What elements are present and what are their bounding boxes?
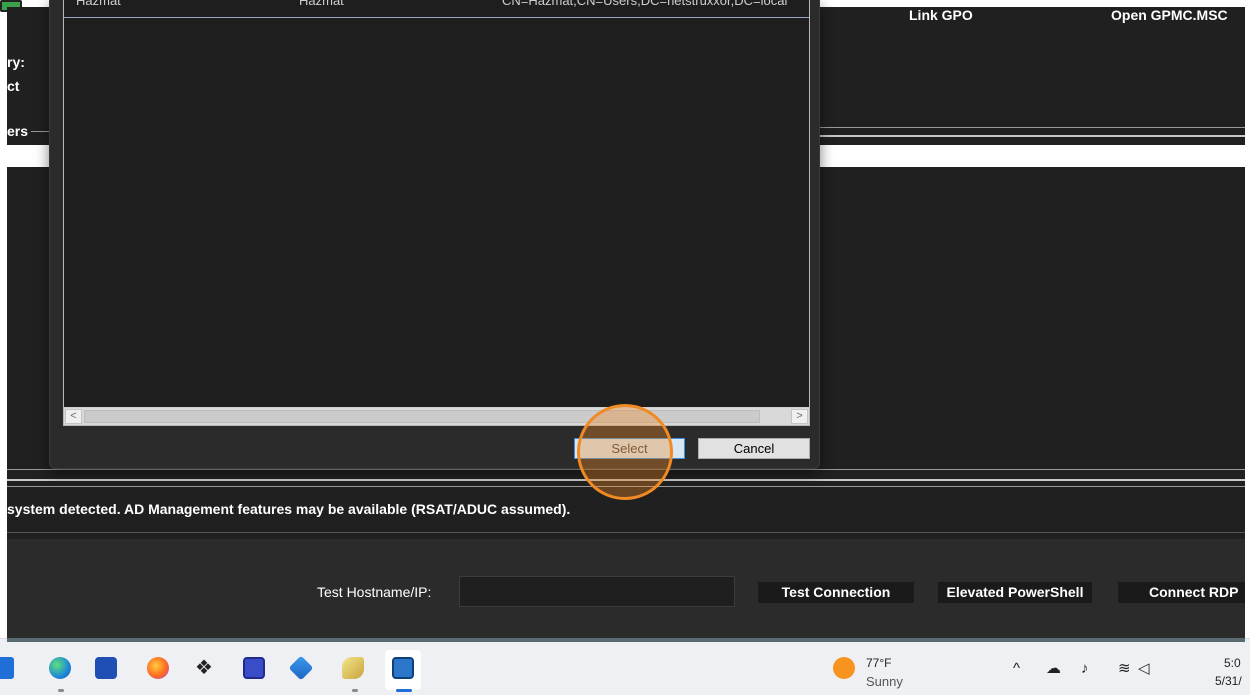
firefox-icon[interactable]: [147, 657, 169, 679]
store-icon[interactable]: [95, 657, 117, 679]
divider: [7, 532, 1245, 533]
clock-date[interactable]: 5/31/: [1215, 674, 1242, 688]
select-button[interactable]: Select: [574, 438, 685, 459]
taskbar: [0, 638, 1250, 695]
users-group-label: ers: [7, 123, 29, 139]
volume-icon[interactable]: ◁: [1138, 660, 1150, 678]
select-user-dialog: Hazmat Hazmat CN=Hazmat,CN=Users,DC=nets…: [49, 0, 820, 469]
wifi-icon[interactable]: ≋: [1118, 660, 1131, 678]
scrollbar-thumb[interactable]: [84, 410, 760, 423]
group-border-line: [820, 127, 1245, 128]
divider: [7, 479, 1245, 481]
running-indicator: [352, 689, 358, 692]
open-gpmc-button[interactable]: Open GPMC.MSC: [1111, 7, 1228, 23]
microphone-icon[interactable]: ♪: [1081, 660, 1089, 678]
users-list-header: [820, 145, 1245, 167]
hostname-input[interactable]: [459, 576, 735, 607]
select-label: ct: [7, 78, 20, 94]
status-message: system detected. AD Management features …: [7, 501, 571, 517]
edge-icon[interactable]: [49, 657, 71, 679]
weather-description[interactable]: Sunny: [866, 674, 903, 689]
cancel-button[interactable]: Cancel: [698, 438, 810, 459]
horizontal-scrollbar[interactable]: < >: [64, 407, 809, 425]
category-label: ry:: [7, 54, 25, 70]
desktop-wallpaper-strip: [7, 638, 1245, 642]
app-icon[interactable]: [342, 657, 364, 679]
running-indicator: [58, 689, 64, 692]
table-row[interactable]: Hazmat Hazmat CN=Hazmat,CN=Users,DC=nets…: [64, 0, 809, 18]
users-list-header: [7, 145, 52, 167]
distinguished-name-cell: CN=Hazmat,CN=Users,DC=netstruxxor,DC=loc…: [502, 0, 788, 8]
connect-rdp-button[interactable]: Connect RDP: [1118, 582, 1245, 603]
active-indicator: [396, 689, 412, 692]
chevron-up-icon[interactable]: ^: [1013, 660, 1020, 678]
app-icon[interactable]: [392, 657, 414, 679]
hostname-label: Test Hostname/IP:: [317, 584, 432, 600]
link-gpo-button[interactable]: Link GPO: [909, 7, 973, 23]
divider: [7, 469, 1245, 470]
divider: [7, 486, 1245, 487]
group-border-line: [820, 135, 1245, 137]
weather-sun-icon[interactable]: [833, 657, 855, 679]
dropbox-icon[interactable]: ❖: [193, 657, 215, 679]
scroll-left-button[interactable]: <: [65, 409, 82, 424]
sam-account-cell: Hazmat: [299, 0, 344, 8]
elevated-powershell-button[interactable]: Elevated PowerShell: [938, 582, 1092, 603]
app-icon[interactable]: [243, 657, 265, 679]
weather-temperature[interactable]: 77°F: [866, 656, 891, 670]
clock-time[interactable]: 5:0: [1224, 656, 1241, 670]
user-name-cell: Hazmat: [76, 0, 121, 8]
cloud-icon[interactable]: ☁: [1046, 660, 1061, 678]
user-list[interactable]: Hazmat Hazmat CN=Hazmat,CN=Users,DC=nets…: [63, 0, 810, 426]
scroll-right-button[interactable]: >: [791, 409, 808, 424]
test-connection-button[interactable]: Test Connection: [758, 582, 914, 603]
file-explorer-icon[interactable]: [0, 657, 14, 679]
screen: Link GPO Open GPMC.MSC ry: ct ers system…: [0, 0, 1250, 695]
